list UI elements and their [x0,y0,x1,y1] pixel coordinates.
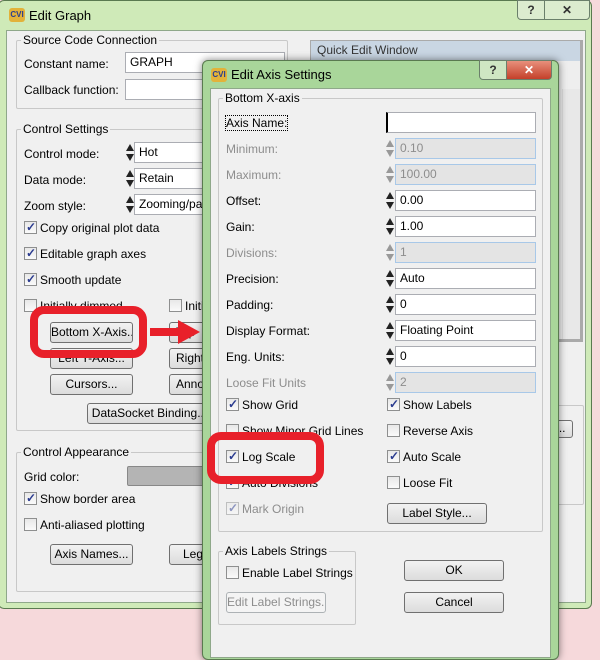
axis-name-input[interactable] [386,112,536,133]
eng-units-spinner[interactable] [385,346,394,367]
offset-label: Offset: [226,194,262,208]
cvi-logo-icon: CVI [9,8,25,22]
cancel-button[interactable]: Cancel [404,592,504,613]
loose-fit-label: Loose Fit [403,476,453,490]
axis-names-button[interactable]: Axis Names... [50,544,133,565]
ok-button[interactable]: OK [404,560,504,581]
cvi-logo-icon: CVI [211,68,227,82]
divisions-label: Divisions: [226,246,278,260]
highlight-bottom-x-axis [30,306,147,358]
cursors-button[interactable]: Cursors... [50,374,133,395]
divisions-spinner [385,242,394,263]
close-button[interactable]: ✕ [544,0,590,20]
control-mode-label: Control mode: [24,147,100,161]
offset-input[interactable]: 0.00 [395,190,536,211]
copy-plot-label: Copy original plot data [40,221,160,235]
red-arrow-icon [150,320,200,344]
zoom-style-label: Zoom style: [24,199,87,213]
loose-fit-units-label: Loose Fit Units [226,376,307,390]
edit-label-strings-button: Edit Label Strings... [226,592,326,613]
smooth-update-label: Smooth update [40,273,122,287]
quick-edit-scrollbar[interactable] [562,89,580,339]
gain-input[interactable]: 1.00 [395,216,536,237]
divisions-input: 1 [395,242,536,263]
auto-scale-label: Auto Scale [403,450,462,464]
copy-plot-checkbox[interactable] [24,220,37,234]
label-style-button[interactable]: Label Style... [387,503,487,524]
precision-label: Precision: [226,272,279,286]
grid-color-label: Grid color: [24,470,80,484]
data-mode-label: Data mode: [24,173,87,187]
initially-hidden-label: Initi [185,299,204,313]
loose-fit-units-spinner [385,372,394,393]
mark-origin-checkbox [226,501,239,515]
constant-name-label: Constant name: [24,57,109,71]
minimum-label: Minimum: [226,142,279,156]
padding-spinner[interactable] [385,294,394,315]
callback-function-label: Callback function: [24,83,119,97]
maximum-spinner [385,164,394,185]
edit-graph-title: Edit Graph [29,8,92,23]
quick-edit-header: Quick Edit Window [311,41,580,61]
help-button[interactable]: ? [517,0,545,20]
editable-axes-checkbox[interactable] [24,246,37,260]
anti-aliased-label: Anti-aliased plotting [40,518,145,532]
zoom-style-spinner[interactable] [125,194,134,215]
help-button[interactable]: ? [479,60,507,80]
show-labels-label: Show Labels [403,398,472,412]
show-grid-checkbox[interactable] [226,397,239,411]
control-appearance-group-label: Control Appearance [21,445,132,459]
control-settings-group-label: Control Settings [21,122,111,136]
precision-select[interactable]: Auto [395,268,536,289]
padding-input[interactable]: 0 [395,294,536,315]
axis-labels-strings-group-label: Axis Labels Strings [223,544,330,558]
display-format-spinner[interactable] [385,320,394,341]
source-code-group-label: Source Code Connection [21,33,160,47]
maximum-input: 100.00 [395,164,536,185]
minimum-spinner [385,138,394,159]
initially-hidden-checkbox[interactable] [169,299,182,312]
maximum-label: Maximum: [226,168,282,182]
smooth-update-checkbox[interactable] [24,272,37,286]
control-mode-spinner[interactable] [125,142,134,163]
auto-scale-checkbox[interactable] [387,449,400,463]
mark-origin-label: Mark Origin [242,502,305,516]
show-border-label: Show border area [40,492,136,506]
show-grid-label: Show Grid [242,398,299,412]
bottom-x-axis-group-label: Bottom X-axis [223,91,302,105]
eng-units-label: Eng. Units: [226,350,285,364]
display-format-label: Display Format: [226,324,311,338]
loose-fit-units-input: 2 [395,372,536,393]
gain-label: Gain: [226,220,255,234]
data-mode-spinner[interactable] [125,168,134,189]
close-button[interactable]: ✕ [506,60,552,80]
reverse-axis-label: Reverse Axis [403,424,474,438]
loose-fit-checkbox[interactable] [387,476,400,489]
enable-label-strings-label: Enable Label Strings [242,566,353,580]
datasocket-binding-button[interactable]: DataSocket Binding... [87,403,212,424]
gain-spinner[interactable] [385,216,394,237]
eng-units-input[interactable]: 0 [395,346,536,367]
offset-spinner[interactable] [385,190,394,211]
highlight-log-scale [207,432,324,484]
axis-labels-strings-group: Axis Labels Strings [218,544,356,625]
show-labels-checkbox[interactable] [387,397,400,411]
show-border-checkbox[interactable] [24,491,37,505]
editable-axes-label: Editable graph axes [40,247,147,261]
anti-aliased-checkbox[interactable] [24,518,37,531]
padding-label: Padding: [226,298,274,312]
edit-axis-settings-title: Edit Axis Settings [231,67,332,82]
precision-spinner[interactable] [385,268,394,289]
minimum-input: 0.10 [395,138,536,159]
axis-name-label: Axis Name: [224,115,289,131]
enable-label-strings-checkbox[interactable] [226,566,239,579]
reverse-axis-checkbox[interactable] [387,424,400,437]
display-format-select[interactable]: Floating Point [395,320,536,341]
